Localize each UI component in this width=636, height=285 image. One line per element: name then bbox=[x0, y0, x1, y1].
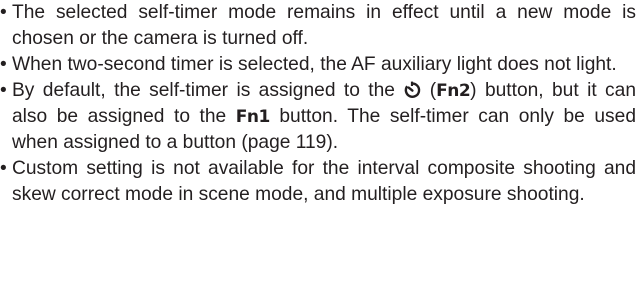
self-timer-icon bbox=[405, 81, 421, 98]
fn1-button-label: Fn1 bbox=[235, 107, 271, 127]
bullet: • bbox=[0, 158, 7, 179]
note-text: When two-second timer is selected, the A… bbox=[12, 54, 617, 75]
bullet: • bbox=[0, 80, 7, 101]
note-text: Custom setting is not available for the … bbox=[12, 158, 636, 205]
note-text: The selected self-timer mode remains in … bbox=[12, 2, 636, 49]
note-item: • Custom setting is not available for th… bbox=[0, 156, 636, 208]
note-text: By default, the self-timer is assigned t… bbox=[12, 78, 636, 156]
fn2-button-label: Fn2 bbox=[436, 81, 471, 101]
bullet: • bbox=[0, 2, 7, 23]
notes-list: • The selected self-timer mode remains i… bbox=[0, 0, 636, 208]
note-item: • By default, the self-timer is assigned… bbox=[0, 78, 636, 156]
note-text-segment: ( bbox=[421, 80, 437, 101]
note-item: • When two-second timer is selected, the… bbox=[0, 52, 636, 78]
note-item: • The selected self-timer mode remains i… bbox=[0, 0, 636, 52]
manual-page: • The selected self-timer mode remains i… bbox=[0, 0, 636, 285]
bullet: • bbox=[0, 54, 7, 75]
note-text-segment: By default, the self-timer is assigned t… bbox=[12, 80, 404, 101]
